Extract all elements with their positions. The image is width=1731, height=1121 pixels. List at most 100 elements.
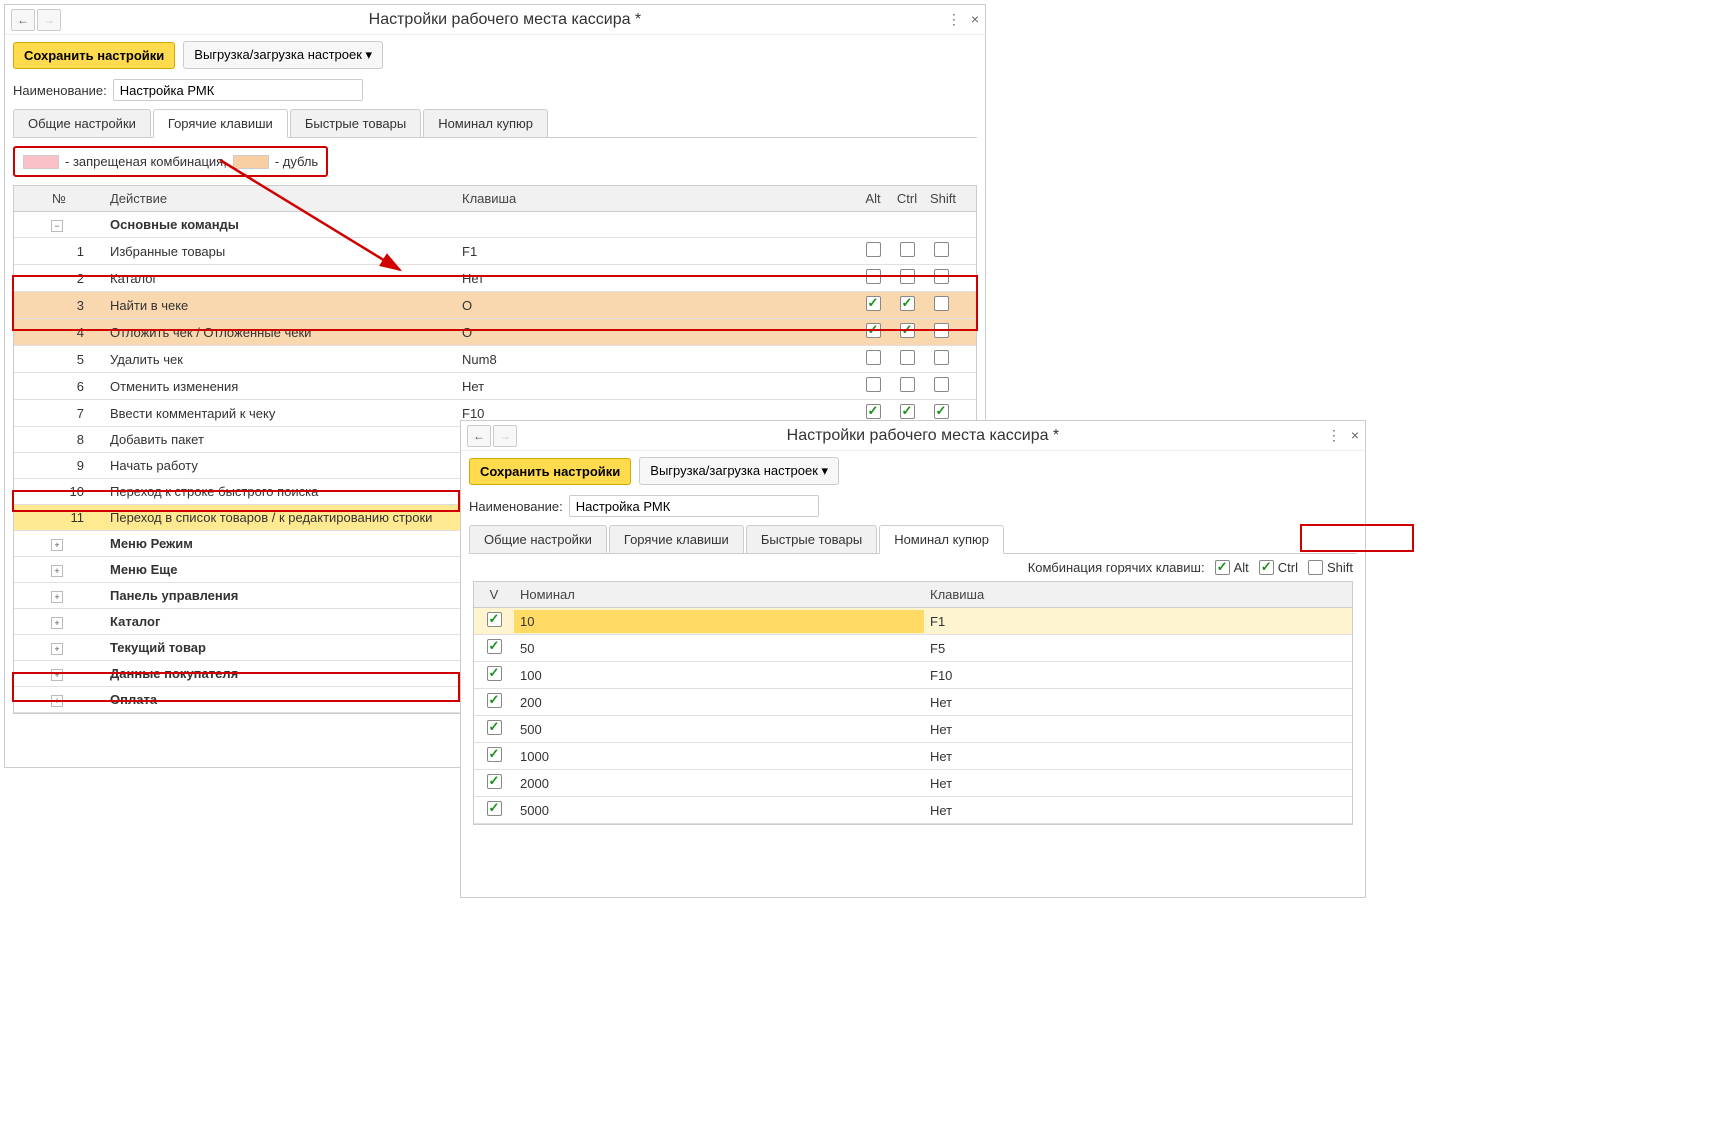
close-icon[interactable]: × (1351, 427, 1359, 444)
expander-icon[interactable]: + (51, 695, 63, 707)
save-button[interactable]: Сохранить настройки (13, 42, 175, 69)
save-button[interactable]: Сохранить настройки (469, 458, 631, 485)
tab-general[interactable]: Общие настройки (13, 109, 151, 137)
table-row[interactable]: 50F5 (474, 635, 1352, 662)
combo-label: Комбинация горячих клавиш: (1028, 560, 1205, 575)
checkbox[interactable] (487, 747, 502, 762)
cell-nominal: 500 (514, 718, 924, 741)
expander-icon[interactable]: + (51, 617, 63, 629)
checkbox[interactable] (866, 377, 881, 392)
checkbox[interactable] (900, 296, 915, 311)
checkbox[interactable] (900, 404, 915, 419)
checkbox[interactable] (866, 323, 881, 338)
checkbox[interactable] (487, 693, 502, 708)
cell-num: 2 (14, 267, 104, 290)
col-key: Клавиша (924, 583, 1344, 606)
export-button[interactable]: Выгрузка/загрузка настроек ▾ (183, 41, 383, 69)
expander-icon[interactable]: + (51, 643, 63, 655)
table-row[interactable]: 1000Нет (474, 743, 1352, 770)
checkbox[interactable] (487, 720, 502, 735)
checkbox[interactable] (900, 242, 915, 257)
checkbox[interactable] (487, 666, 502, 681)
more-icon[interactable]: ⋮ (947, 11, 961, 28)
col-shift: Shift (924, 187, 958, 210)
cell-action: Отменить изменения (104, 375, 456, 398)
cell-num: 7 (14, 402, 104, 425)
nav-forward-button[interactable]: → (493, 425, 517, 447)
expander-icon[interactable]: + (51, 539, 63, 551)
tab-denominations[interactable]: Номинал купюр (423, 109, 548, 137)
checkbox[interactable] (866, 296, 881, 311)
table-row[interactable]: 200Нет (474, 689, 1352, 716)
checkbox[interactable] (487, 639, 502, 654)
cell-num: 4 (14, 321, 104, 344)
expander-icon[interactable]: − (51, 220, 63, 232)
combo-alt[interactable]: Alt (1215, 560, 1249, 575)
nav-back-button[interactable]: ← (467, 425, 491, 447)
tab-quick-goods[interactable]: Быстрые товары (746, 525, 877, 553)
group-title: Основные команды (104, 213, 456, 236)
col-alt: Alt (856, 187, 890, 210)
group-title: Каталог (104, 610, 456, 633)
checkbox[interactable] (487, 801, 502, 816)
checkbox[interactable] (487, 774, 502, 789)
group-title: Меню Еще (104, 558, 456, 581)
combo-shift[interactable]: Shift (1308, 560, 1353, 575)
cell-action: Переход в список товаров / к редактирова… (104, 506, 456, 529)
nav-back-button[interactable]: ← (11, 9, 35, 31)
tab-general[interactable]: Общие настройки (469, 525, 607, 553)
table-row[interactable]: 500Нет (474, 716, 1352, 743)
checkbox[interactable] (866, 404, 881, 419)
table-row[interactable]: 1Избранные товарыF1 (14, 238, 976, 265)
checkbox[interactable] (934, 269, 949, 284)
tab-hotkeys[interactable]: Горячие клавиши (153, 109, 288, 138)
table-row[interactable]: 100F10 (474, 662, 1352, 689)
hotkey-combo: Комбинация горячих клавиш: Alt Ctrl Shif… (461, 554, 1365, 581)
export-button[interactable]: Выгрузка/загрузка настроек ▾ (639, 457, 839, 485)
cell-num: 6 (14, 375, 104, 398)
checkbox[interactable] (934, 323, 949, 338)
nav-forward-button[interactable]: → (37, 9, 61, 31)
table-row[interactable]: 4Отложить чек / Отложенные чекиO (14, 319, 976, 346)
toolbar: Сохранить настройки Выгрузка/загрузка на… (461, 451, 1365, 491)
checkbox[interactable] (934, 377, 949, 392)
checkbox[interactable] (866, 242, 881, 257)
checkbox[interactable] (866, 350, 881, 365)
checkbox[interactable] (934, 296, 949, 311)
group-row[interactable]: − Основные команды (14, 212, 976, 238)
checkbox[interactable] (900, 323, 915, 338)
name-input[interactable] (113, 79, 363, 101)
table-row[interactable]: 3Найти в чекеO (14, 292, 976, 319)
checkbox[interactable] (934, 242, 949, 257)
checkbox[interactable] (900, 377, 915, 392)
cell-nominal: 200 (514, 691, 924, 714)
checkbox[interactable] (900, 350, 915, 365)
name-input[interactable] (569, 495, 819, 517)
table-row[interactable]: 10F1 (474, 608, 1352, 635)
cell-num: 5 (14, 348, 104, 371)
table-row[interactable]: 2КаталогНет (14, 265, 976, 292)
expander-icon[interactable]: + (51, 565, 63, 577)
cell-action: Отложить чек / Отложенные чеки (104, 321, 456, 344)
tab-hotkeys[interactable]: Горячие клавиши (609, 525, 744, 553)
tab-denominations[interactable]: Номинал купюр (879, 525, 1004, 554)
checkbox[interactable] (900, 269, 915, 284)
expander-icon[interactable]: + (51, 591, 63, 603)
cell-key: Нет (924, 799, 1344, 822)
combo-ctrl[interactable]: Ctrl (1259, 560, 1298, 575)
close-icon[interactable]: × (971, 11, 979, 28)
cell-key: F1 (456, 240, 856, 263)
table-row[interactable]: 6Отменить измененияНет (14, 373, 976, 400)
checkbox[interactable] (487, 612, 502, 627)
checkbox[interactable] (934, 350, 949, 365)
expander-icon[interactable]: + (51, 669, 63, 681)
more-icon[interactable]: ⋮ (1327, 427, 1341, 444)
tab-quick-goods[interactable]: Быстрые товары (290, 109, 421, 137)
table-row[interactable]: 2000Нет (474, 770, 1352, 797)
checkbox[interactable] (866, 269, 881, 284)
table-row[interactable]: 5000Нет (474, 797, 1352, 824)
checkbox[interactable] (934, 404, 949, 419)
toolbar: Сохранить настройки Выгрузка/загрузка на… (5, 35, 985, 75)
table-row[interactable]: 5Удалить чекNum8 (14, 346, 976, 373)
cell-nominal: 100 (514, 664, 924, 687)
